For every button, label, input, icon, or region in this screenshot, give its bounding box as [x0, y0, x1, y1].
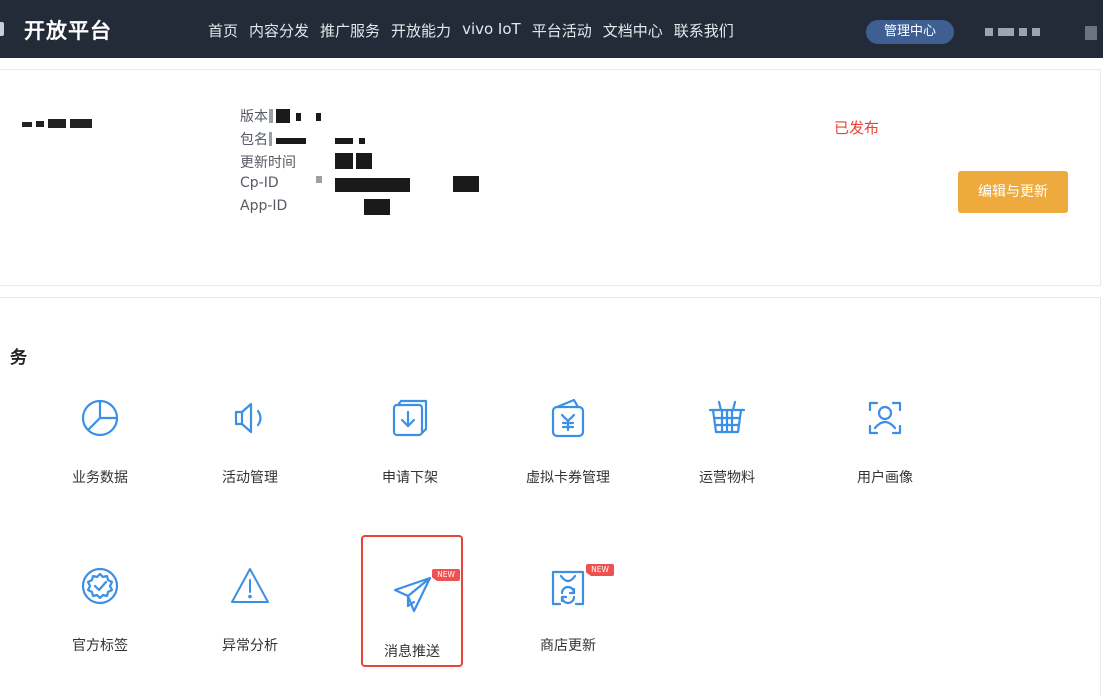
- platform-brand[interactable]: 开放平台: [24, 15, 112, 45]
- meta-version-label: 版本: [240, 109, 268, 125]
- services-card: 务 业务数据 活动管理 申请下架 虚拟卡券管理 运营物料 用户画像 官方标签 异…: [0, 297, 1101, 696]
- pie-chart-icon: [81, 399, 119, 437]
- redacted-value: [453, 176, 479, 192]
- basket-icon: [708, 400, 746, 434]
- service-operation-materials[interactable]: 运营物料: [672, 398, 782, 506]
- service-activity-management[interactable]: 活动管理: [195, 398, 305, 506]
- service-business-data[interactable]: 业务数据: [45, 398, 155, 506]
- edit-and-update-button[interactable]: 编辑与更新: [958, 171, 1068, 213]
- nav-platform-activities[interactable]: 平台活动: [532, 20, 592, 41]
- warning-triangle-icon: [231, 568, 269, 603]
- nav-document-center[interactable]: 文档中心: [603, 20, 663, 41]
- service-request-delisting[interactable]: 申请下架: [355, 398, 465, 506]
- new-badge: NEW: [586, 564, 614, 576]
- service-label: 活动管理: [222, 470, 278, 486]
- redacted-value: [335, 178, 410, 192]
- service-label: 申请下架: [382, 470, 438, 486]
- service-user-profile[interactable]: 用户画像: [830, 398, 940, 506]
- redacted-username[interactable]: [985, 28, 1045, 36]
- meta-cpid-row: Cp-ID: [240, 175, 479, 198]
- service-label: 异常分析: [222, 638, 278, 654]
- management-center-button[interactable]: 管理中心: [866, 20, 954, 44]
- service-virtual-coupons[interactable]: 虚拟卡券管理: [513, 398, 623, 506]
- new-badge: NEW: [432, 569, 460, 581]
- nav-content-distribution[interactable]: 内容分发: [249, 20, 309, 41]
- nav-open-capabilities[interactable]: 开放能力: [391, 20, 451, 41]
- service-message-push[interactable]: NEW 消息推送: [361, 535, 463, 667]
- speaker-icon: [234, 402, 262, 434]
- redacted-value: [276, 109, 290, 123]
- service-label: 运营物料: [699, 470, 755, 486]
- meta-updated-row: 更新时间: [240, 152, 372, 175]
- verified-badge-icon: [81, 567, 119, 605]
- paper-plane-icon: [393, 576, 432, 613]
- redacted-value: [269, 132, 272, 146]
- meta-version-row: 版本: [240, 106, 321, 129]
- redacted-app-name: [22, 119, 96, 128]
- meta-updated-label: 更新时间: [240, 155, 296, 171]
- nav-contact-us[interactable]: 联系我们: [674, 20, 734, 41]
- service-store-update[interactable]: NEW 商店更新: [513, 564, 623, 674]
- redacted-value: [364, 199, 390, 215]
- redacted-value: [335, 138, 353, 144]
- service-label: 消息推送: [384, 644, 440, 660]
- meta-package-label: 包名: [240, 132, 268, 148]
- meta-appid-label: App-ID: [240, 198, 288, 214]
- nav-home[interactable]: 首页: [208, 20, 238, 41]
- services-section-title: 务: [10, 348, 27, 368]
- redacted-value: [335, 153, 353, 169]
- service-label: 商店更新: [540, 638, 596, 654]
- service-label: 业务数据: [72, 470, 128, 486]
- logo-edge: [0, 22, 4, 36]
- nav-vivo-iot[interactable]: vivo IoT: [462, 20, 521, 41]
- wallet-yen-icon: [551, 398, 585, 438]
- store-refresh-icon: [551, 570, 585, 606]
- service-label: 虚拟卡券管理: [526, 470, 610, 486]
- redacted-value: [296, 113, 301, 121]
- avatar[interactable]: [1085, 26, 1097, 40]
- service-label: 官方标签: [72, 638, 128, 654]
- redacted-value: [359, 138, 365, 144]
- status-badge: 已发布: [834, 119, 880, 137]
- redacted-value: [316, 176, 322, 183]
- meta-package-row: 包名: [240, 129, 365, 152]
- service-anomaly-analysis[interactable]: 异常分析: [195, 566, 305, 674]
- app-meta-list: 版本 包名 更新时间 Cp-ID App-ID: [240, 106, 479, 221]
- download-box-icon: [392, 399, 428, 437]
- redacted-value: [269, 109, 273, 123]
- redacted-value: [316, 113, 321, 121]
- nav-promotion-services[interactable]: 推广服务: [320, 20, 380, 41]
- main-nav: 首页 内容分发 推广服务 开放能力 vivo IoT 平台活动 文档中心 联系我…: [208, 20, 745, 41]
- user-scan-icon: [868, 401, 902, 435]
- service-official-tag[interactable]: 官方标签: [45, 566, 155, 674]
- service-label: 用户画像: [857, 470, 913, 486]
- top-navigation-bar: 开放平台 首页 内容分发 推广服务 开放能力 vivo IoT 平台活动 文档中…: [0, 0, 1103, 58]
- meta-cpid-label: Cp-ID: [240, 175, 279, 191]
- redacted-value: [276, 138, 306, 144]
- app-info-card: 版本 包名 更新时间 Cp-ID App-ID 已发布 编辑与更新: [0, 69, 1101, 286]
- meta-appid-row: App-ID: [240, 198, 390, 221]
- redacted-value: [356, 153, 372, 169]
